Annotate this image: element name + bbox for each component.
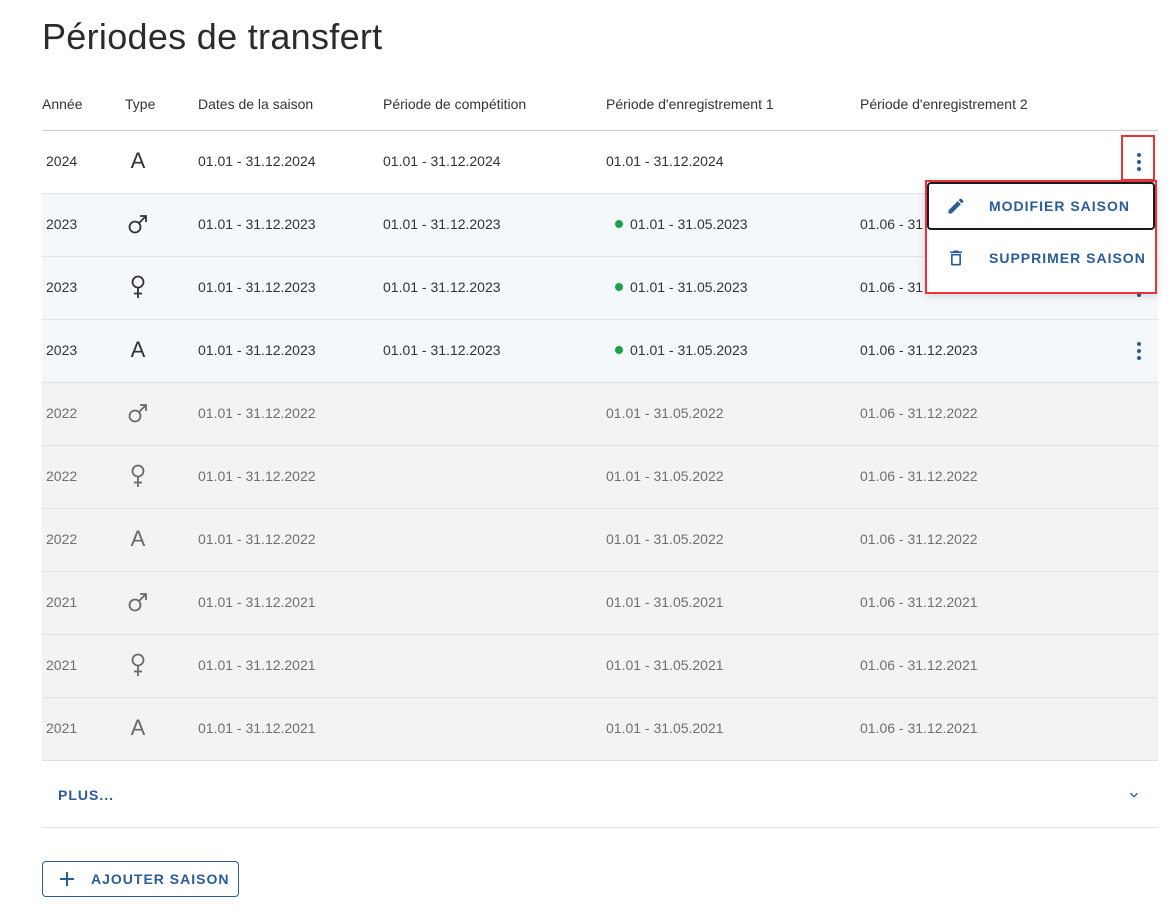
cell-registration-period-1: 01.01 - 31.05.2022	[606, 468, 724, 484]
cell-registration-period-1: 01.01 - 31.05.2021	[606, 720, 724, 736]
cell-registration-period-2: 01.06 - 31.12.2023	[860, 342, 978, 358]
header-registration-period-2: Période d'enregistrement 2	[860, 96, 1028, 112]
cell-registration-period-2: 01.06 - 31.12.2021	[860, 657, 978, 673]
cell-season-dates: 01.01 - 31.12.2022	[198, 468, 316, 484]
header-season-dates: Dates de la saison	[198, 96, 314, 112]
female-symbol-icon	[126, 462, 150, 490]
cell-registration-period-1: 01.01 - 31.05.2022	[606, 405, 724, 421]
registration-period-1-text: 01.01 - 31.05.2023	[630, 342, 748, 358]
edit-season-label: MODIFIER SAISON	[989, 198, 1131, 214]
show-more-label: PLUS...	[58, 787, 115, 803]
cell-registration-period-2: 01.06 - 31	[860, 279, 924, 295]
cell-season-dates: 01.01 - 31.12.2023	[198, 279, 316, 295]
cell-year: 2023	[46, 279, 78, 295]
cell-year: 2023	[46, 216, 78, 232]
cell-season-dates: 01.01 - 31.12.2022	[198, 531, 316, 547]
table-row: 2022 01.01 - 31.12.2022 01.01 - 31.05.2022…	[42, 446, 1158, 509]
cell-type: A	[130, 148, 146, 173]
cell-year: 2021	[46, 594, 78, 610]
active-status-dot	[615, 346, 623, 354]
show-more-row[interactable]: PLUS...	[42, 763, 1158, 828]
cell-competition-period: 01.01 - 31.12.2023	[383, 216, 501, 232]
table-row: 2022 01.01 - 31.12.2022 01.01 - 31.05.2022…	[42, 383, 1158, 446]
edit-season-menu-item[interactable]: MODIFIER SAISON	[927, 182, 1155, 230]
cell-year: 2022	[46, 531, 78, 547]
cell-registration-period-1: 01.01 - 31.05.2023	[615, 216, 748, 232]
male-symbol-icon	[126, 588, 150, 616]
table-row: 2021 01.01 - 31.12.2021 01.01 - 31.05.2021…	[42, 572, 1158, 635]
header-competition-period: Période de compétition	[383, 96, 527, 112]
female-symbol-icon	[126, 651, 150, 679]
cell-registration-period-2: 01.06 - 31.12.2022	[860, 468, 978, 484]
chevron-down-icon[interactable]	[1126, 787, 1142, 803]
kebab-highlight-frame	[1121, 135, 1155, 181]
registration-period-1-text: 01.01 - 31.05.2023	[630, 279, 748, 295]
trash-icon	[945, 247, 967, 269]
plus-icon	[59, 871, 75, 887]
cell-competition-period: 01.01 - 31.12.2023	[383, 342, 501, 358]
cell-registration-period-2: 01.06 - 31.12.2021	[860, 594, 978, 610]
header-year: Année	[42, 96, 83, 112]
cell-registration-period-1: 01.01 - 31.05.2023	[615, 342, 748, 358]
table-row: 2022 A 01.01 - 31.12.2022 01.01 - 31.05.202…	[42, 509, 1158, 572]
cell-season-dates: 01.01 - 31.12.2021	[198, 657, 316, 673]
cell-year: 2022	[46, 468, 78, 484]
cell-registration-period-2: 01.06 - 31.12.2022	[860, 531, 978, 547]
cell-year: 2023	[46, 342, 78, 358]
active-status-dot	[615, 283, 623, 291]
delete-season-menu-item[interactable]: SUPPRIMER SAISON	[927, 234, 1155, 282]
cell-year: 2022	[46, 405, 78, 421]
cell-registration-period-2: 01.06 - 31.12.2022	[860, 405, 978, 421]
cell-competition-period: 01.01 - 31.12.2023	[383, 279, 501, 295]
header-type: Type	[125, 96, 156, 112]
cell-season-dates: 01.01 - 31.12.2021	[198, 720, 316, 736]
add-season-label: AJOUTER SAISON	[91, 871, 230, 887]
more-vertical-icon[interactable]	[1130, 338, 1148, 364]
cell-registration-period-1: 01.01 - 31.05.2021	[606, 594, 724, 610]
cell-season-dates: 01.01 - 31.12.2023	[198, 342, 316, 358]
table-row: 2021 01.01 - 31.12.2021 01.01 - 31.05.2021…	[42, 635, 1158, 698]
cell-type: A	[130, 526, 146, 551]
cell-registration-period-1: 01.01 - 31.12.2024	[606, 153, 724, 169]
cell-season-dates: 01.01 - 31.12.2023	[198, 216, 316, 232]
cell-registration-period-1: 01.01 - 31.05.2022	[606, 531, 724, 547]
pencil-icon	[945, 195, 967, 217]
cell-registration-period-2: 01.06 - 31	[860, 216, 924, 232]
row-actions-menu: MODIFIER SAISON SUPPRIMER SAISON	[925, 180, 1157, 294]
page-title: Périodes de transfert	[42, 16, 383, 57]
cell-registration-period-1: 01.01 - 31.05.2021	[606, 657, 724, 673]
cell-season-dates: 01.01 - 31.12.2021	[198, 594, 316, 610]
cell-type: A	[130, 715, 146, 740]
cell-type: A	[130, 337, 146, 362]
male-symbol-icon	[126, 399, 150, 427]
male-symbol-icon	[126, 210, 150, 238]
registration-period-1-text: 01.01 - 31.05.2023	[630, 216, 748, 232]
cell-season-dates: 01.01 - 31.12.2024	[198, 153, 316, 169]
active-status-dot	[615, 220, 623, 228]
cell-year: 2021	[46, 657, 78, 673]
cell-season-dates: 01.01 - 31.12.2022	[198, 405, 316, 421]
add-season-button[interactable]: AJOUTER SAISON	[42, 861, 239, 897]
cell-competition-period: 01.01 - 31.12.2024	[383, 153, 501, 169]
table-row: 2021 A 01.01 - 31.12.2021 01.01 - 31.05.202…	[42, 698, 1158, 761]
cell-year: 2021	[46, 720, 78, 736]
table-header: Année Type Dates de la saison Période de…	[42, 80, 1158, 131]
cell-registration-period-1: 01.01 - 31.05.2023	[615, 279, 748, 295]
table-row: 2023 A 01.01 - 31.12.2023 01.01 - 31.12.202…	[42, 320, 1158, 383]
cell-year: 2024	[46, 153, 78, 169]
header-registration-period-1: Période d'enregistrement 1	[606, 96, 774, 112]
delete-season-label: SUPPRIMER SAISON	[989, 250, 1146, 266]
cell-registration-period-2: 01.06 - 31.12.2021	[860, 720, 978, 736]
female-symbol-icon	[126, 273, 150, 301]
